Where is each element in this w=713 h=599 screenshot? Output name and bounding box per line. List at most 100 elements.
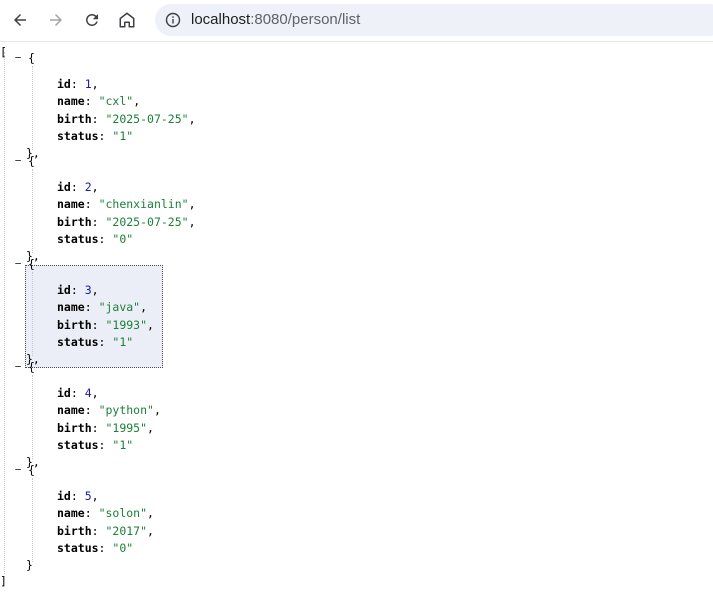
collapse-toggle[interactable]: −: [13, 462, 23, 478]
json-value: "1993": [105, 317, 148, 332]
json-key: birth: [57, 214, 92, 229]
colon: :: [98, 231, 113, 246]
colon: :: [91, 317, 106, 332]
colon: :: [84, 506, 99, 521]
json-key: status: [57, 128, 99, 143]
json-property-name: name: "java",: [57, 299, 147, 315]
colon: :: [84, 403, 99, 418]
json-value: "0": [112, 231, 134, 246]
json-property-name: name: "chenxianlin",: [57, 196, 196, 212]
indent-guide: [32, 66, 33, 150]
json-value: "0": [112, 540, 134, 555]
comma: ,: [91, 386, 99, 400]
home-icon: [119, 12, 135, 28]
json-property-status: status: "0": [57, 231, 133, 247]
json-property-status: status: "1": [57, 128, 133, 144]
close-bracket: ]: [0, 574, 7, 588]
comma: ,: [188, 111, 196, 126]
indent-guide: [32, 478, 33, 562]
object-open-brace: {: [28, 153, 35, 169]
colon: :: [70, 77, 85, 91]
comma: ,: [153, 403, 161, 418]
json-key: name: [57, 94, 85, 109]
open-brace: {: [28, 463, 35, 477]
site-info-icon[interactable]: [165, 12, 181, 28]
json-property-name: name: "solon",: [57, 505, 154, 521]
json-value: 1: [84, 77, 92, 91]
comma: ,: [91, 77, 99, 91]
collapse-toggle[interactable]: −: [13, 359, 23, 375]
url-text[interactable]: localhost:8080/person/list: [191, 11, 360, 28]
json-key: status: [57, 437, 99, 452]
colon: :: [91, 420, 106, 435]
url-path: :8080/person/list: [250, 11, 361, 28]
comma: ,: [91, 283, 99, 297]
json-property-birth: birth: "2025-07-25",: [57, 214, 196, 230]
json-key: status: [57, 540, 99, 555]
collapse-toggle[interactable]: −: [13, 256, 23, 272]
json-value: "chenxianlin": [98, 197, 189, 212]
colon: :: [84, 300, 99, 315]
object-open-brace: {: [28, 462, 35, 478]
json-property-id: id: 3,: [57, 282, 99, 298]
json-key: name: [57, 403, 85, 418]
open-brace: {: [28, 51, 35, 65]
colon: :: [70, 489, 85, 503]
colon: :: [70, 180, 85, 194]
comma: ,: [147, 420, 154, 435]
json-key: id: [57, 180, 71, 194]
colon: :: [84, 197, 99, 212]
json-key: name: [57, 197, 85, 212]
colon: :: [98, 334, 113, 349]
json-value: "2025-07-25": [105, 111, 189, 126]
json-viewer: [−{id: 1, name: "cxl", birth: "2025-07-25"…: [0, 42, 713, 599]
json-value: "2017": [105, 523, 148, 538]
comma: ,: [140, 300, 148, 315]
colon: :: [70, 386, 85, 400]
back-button[interactable]: [6, 6, 34, 34]
collapse-toggle[interactable]: −: [13, 153, 23, 169]
object-open-brace: {: [28, 50, 35, 66]
address-bar[interactable]: localhost:8080/person/list: [155, 4, 713, 36]
reload-button[interactable]: [78, 6, 106, 34]
json-property-birth: birth: "2025-07-25",: [57, 111, 196, 127]
json-value: "1": [112, 334, 134, 349]
json-key: birth: [57, 317, 92, 332]
colon: :: [91, 214, 106, 229]
colon: :: [84, 94, 99, 109]
json-property-status: status: "0": [57, 540, 133, 556]
json-property-birth: birth: "2017",: [57, 523, 154, 539]
comma: ,: [188, 197, 196, 212]
json-key: birth: [57, 420, 92, 435]
json-key: birth: [57, 111, 92, 126]
collapse-toggle[interactable]: −: [13, 50, 23, 66]
forward-button[interactable]: [42, 6, 70, 34]
json-key: status: [57, 231, 99, 246]
comma: ,: [147, 317, 154, 332]
json-key: id: [57, 77, 71, 91]
colon: :: [98, 437, 113, 452]
open-brace: {: [28, 154, 35, 168]
comma: ,: [188, 214, 196, 229]
comma: ,: [91, 489, 99, 503]
json-key: name: [57, 506, 85, 521]
json-key: id: [57, 386, 71, 400]
json-value: "solon": [98, 506, 148, 521]
json-key: birth: [57, 523, 92, 538]
indent-guide: [32, 169, 33, 253]
indent-guide: [4, 52, 5, 574]
colon: :: [98, 128, 113, 143]
colon: :: [98, 540, 113, 555]
browser-toolbar: localhost:8080/person/list: [0, 0, 713, 42]
colon: :: [91, 523, 106, 538]
json-property-birth: birth: "1993",: [57, 317, 154, 333]
array-close-bracket: ]: [0, 573, 7, 589]
object-open-brace: {: [28, 256, 35, 272]
home-button[interactable]: [113, 6, 141, 34]
json-value: 2: [84, 180, 92, 194]
json-value: "java": [98, 300, 141, 315]
url-host: localhost: [191, 11, 251, 28]
colon: :: [70, 283, 85, 297]
forward-arrow-icon: [50, 14, 62, 26]
json-key: name: [57, 300, 85, 315]
